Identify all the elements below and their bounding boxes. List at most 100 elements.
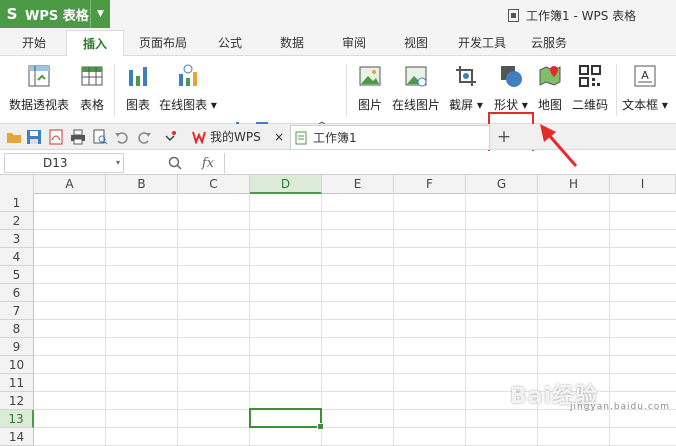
shapes-icon (501, 66, 522, 87)
print-icon[interactable] (70, 129, 86, 145)
tab-cloud[interactable]: 云服务 (524, 30, 574, 56)
zoom-icon[interactable] (168, 156, 182, 170)
customize-dropdown-icon[interactable] (162, 129, 178, 145)
pivot-table-button[interactable]: 数据透视表 (6, 60, 72, 118)
row-header[interactable]: 11 (0, 374, 34, 392)
row-header[interactable]: 8 (0, 320, 34, 338)
name-box[interactable]: D13 ▾ (4, 153, 124, 173)
watermark: Bai经验 jingyan.baidu.com (510, 378, 669, 412)
ribbon: 数据透视表 表格 图表 在线图表 ▾ 图片 在线图片 截屏 ▾ 形状 ▾ 地图 (0, 56, 676, 175)
column-header[interactable]: B (106, 175, 178, 194)
redo-icon[interactable] (136, 129, 152, 145)
column-header[interactable]: F (394, 175, 466, 194)
textbox-label: 文本框 ▾ (622, 98, 668, 112)
qrcode-button[interactable]: 二维码 (568, 60, 612, 118)
add-tab-button[interactable]: + (494, 125, 514, 149)
active-cell-d13[interactable] (249, 408, 324, 430)
row-header[interactable]: 5 (0, 266, 34, 284)
undo-icon[interactable] (114, 129, 130, 145)
online-picture-button[interactable]: 在线图片 (390, 60, 442, 118)
tab-formulas[interactable]: 公式 (210, 30, 250, 56)
tab-my-wps[interactable]: 我的WPS × (188, 125, 288, 149)
row-header[interactable]: 1 (0, 194, 34, 212)
wps-w-icon (192, 131, 206, 144)
bar-chart-icon (129, 67, 147, 86)
map-button[interactable]: 地图 (534, 60, 566, 118)
row-header[interactable]: 6 (0, 284, 34, 302)
save-icon[interactable] (26, 129, 42, 145)
column-header[interactable]: I (610, 175, 676, 194)
row-header[interactable]: 12 (0, 392, 34, 410)
column-header[interactable]: H (538, 175, 610, 194)
print-preview-icon[interactable] (92, 129, 108, 145)
window-title: 工作簿1 - WPS 表格 (508, 7, 636, 24)
column-header[interactable]: A (34, 175, 106, 194)
watermark-subtext: jingyan.baidu.com (570, 402, 671, 412)
tab-insert[interactable]: 插入 (66, 30, 124, 57)
textbox-icon: A (634, 65, 656, 87)
tab-page-layout[interactable]: 页面布局 (132, 30, 194, 56)
row-header[interactable]: 7 (0, 302, 34, 320)
tab-developer[interactable]: 开发工具 (452, 30, 512, 56)
svg-text:A: A (641, 69, 649, 82)
qrcode-icon (579, 65, 601, 87)
formula-bar: D13 ▾ fx (0, 151, 676, 175)
column-header[interactable]: E (322, 175, 394, 194)
textbox-button[interactable]: A 文本框 ▾ (620, 60, 670, 118)
column-header-selected[interactable]: D (250, 175, 322, 194)
row-header[interactable]: 10 (0, 356, 34, 374)
formula-input[interactable] (224, 153, 672, 173)
qrcode-label: 二维码 (571, 98, 608, 112)
row-header[interactable]: 2 (0, 212, 34, 230)
chart-button[interactable]: 图表 (120, 60, 156, 118)
row-header[interactable]: 14 (0, 428, 34, 446)
app-name: WPS 表格 (25, 8, 89, 24)
screenshot-icon (456, 66, 476, 86)
shapes-button[interactable]: 形状 ▾ (490, 60, 532, 118)
app-menu-button[interactable]: S WPS 表格 ▼ (0, 0, 110, 28)
online-picture-icon (405, 66, 427, 87)
online-picture-label: 在线图片 (391, 98, 440, 112)
row-header[interactable]: 9 (0, 338, 34, 356)
tab-view[interactable]: 视图 (396, 30, 436, 56)
chart-label: 图表 (125, 98, 150, 112)
tab-data[interactable]: 数据 (272, 30, 312, 56)
insert-function-button[interactable]: fx (202, 156, 214, 171)
row-header-selected[interactable]: 13 (0, 410, 34, 428)
ribbon-tabs: 开始 插入 页面布局 公式 数据 审阅 视图 开发工具 云服务 (0, 30, 676, 57)
close-icon[interactable]: × (274, 125, 284, 149)
export-pdf-icon[interactable] (48, 129, 64, 145)
online-chart-button[interactable]: 在线图表 ▾ (156, 60, 220, 118)
title-bar: S WPS 表格 ▼ 工作簿1 - WPS 表格 (0, 0, 676, 30)
tab-home[interactable]: 开始 (14, 30, 54, 56)
picture-button[interactable]: 图片 (352, 60, 388, 118)
select-all-corner[interactable] (0, 175, 34, 194)
screenshot-button[interactable]: 截屏 ▾ (446, 60, 486, 118)
row-header[interactable]: 4 (0, 248, 34, 266)
window-title-text: 工作簿1 - WPS 表格 (526, 9, 637, 23)
pivot-table-label: 数据透视表 (8, 98, 69, 112)
map-icon (539, 66, 561, 86)
open-folder-icon[interactable] (6, 129, 22, 145)
table-button[interactable]: 表格 (74, 60, 110, 118)
picture-icon (359, 66, 381, 86)
ribbon-separator (114, 64, 115, 116)
formula-tools: fx (158, 153, 224, 173)
row-header[interactable]: 3 (0, 230, 34, 248)
column-header-bar: A B C D E F G H I (0, 175, 676, 194)
name-box-dropdown-icon[interactable]: ▾ (116, 154, 120, 172)
screenshot-label: 截屏 ▾ (449, 98, 483, 112)
spreadsheet-doc-icon (295, 131, 307, 145)
tab-workbook1[interactable]: 工作簿1 (290, 125, 490, 149)
column-header[interactable]: G (466, 175, 538, 194)
ribbon-separator (616, 64, 617, 116)
picture-label: 图片 (357, 98, 382, 112)
tab-review[interactable]: 审阅 (334, 30, 374, 56)
wps-logo-icon: S (6, 5, 18, 23)
app-menu-dropdown-icon[interactable]: ▼ (90, 0, 110, 28)
tab-my-wps-label: 我的WPS (210, 130, 261, 144)
tab-workbook1-label: 工作簿1 (313, 131, 357, 145)
online-chart-icon (179, 64, 197, 86)
column-header[interactable]: C (178, 175, 250, 194)
quick-access-bar: 我的WPS × 工作簿1 + (0, 124, 676, 150)
